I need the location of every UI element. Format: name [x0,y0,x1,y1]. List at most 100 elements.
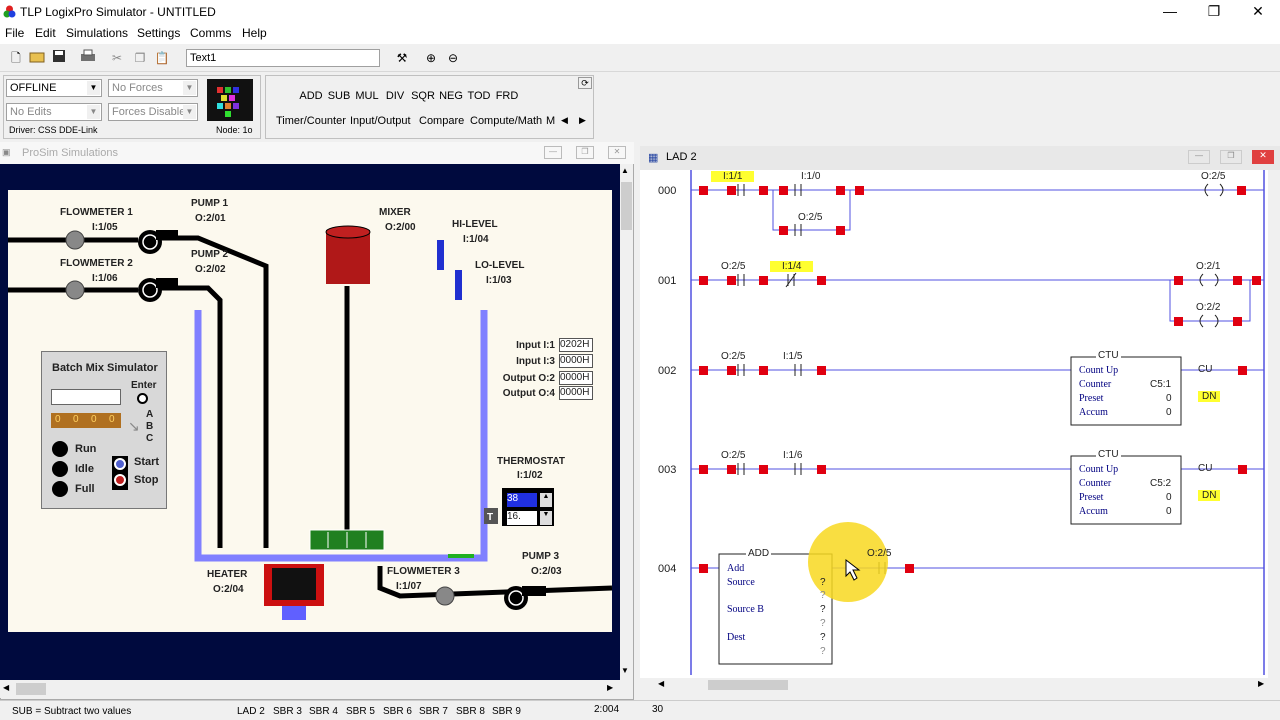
new-file-icon[interactable]: 🗋 [6,48,26,68]
add-dest-sub: ? [820,646,826,657]
lad-restore-button[interactable]: ❐ [1220,150,1242,164]
coil-address[interactable]: O:2/2 [1196,302,1220,313]
menu-settings[interactable]: Settings [137,26,180,40]
contact-address[interactable]: O:2/5 [721,450,745,461]
prosim-minimize-button[interactable]: — [544,146,562,159]
contact-address[interactable]: I:1/0 [801,171,820,182]
prosim-hscroll[interactable]: ◀ ▶ [0,680,620,698]
ins-div[interactable]: DIV [382,87,408,105]
tab-compare[interactable]: Compare [419,115,464,127]
thermostat-up-icon[interactable]: ▲ [540,493,552,507]
contact-address[interactable]: O:2/5 [721,351,745,362]
batch-input[interactable] [51,389,121,405]
text-field[interactable]: Text1 [186,49,380,67]
start-button[interactable] [114,458,126,470]
forces-select[interactable]: No Forces ▼ [108,79,198,97]
contact-address[interactable]: I:1/4 [770,261,814,272]
ins-mul[interactable]: MUL [354,87,380,105]
cu-coil: CU [1198,463,1213,474]
lad-vscroll[interactable] [1268,170,1280,678]
refresh-icon[interactable]: ⟳ [578,77,592,89]
ctu-counter-value[interactable]: C5:2 [1150,478,1171,489]
tab-input-output[interactable]: Input/Output [350,115,411,127]
mode-select[interactable]: OFFLINE ▼ [6,79,102,97]
menu-help[interactable]: Help [242,26,267,40]
print-icon[interactable] [78,48,98,68]
contact-address[interactable]: I:1/5 [783,351,802,362]
coil-address[interactable]: O:2/5 [1201,171,1225,182]
lad-hscroll[interactable]: ◀ ▶ [654,678,1268,692]
ins-add[interactable]: ADD [298,87,324,105]
prosim-vscroll[interactable]: ▲ ▼ [620,164,633,680]
rung-number[interactable]: 001 [658,275,676,287]
rung-number[interactable]: 000 [658,185,676,197]
tools-icon[interactable]: ⚒ [392,48,412,68]
ins-neg[interactable]: NEG [438,87,464,105]
ins-frd[interactable]: FRD [494,87,520,105]
ctu-accum-value[interactable]: 0 [1166,506,1172,517]
menu-simulations[interactable]: Simulations [66,26,128,40]
flowmeter3-label: FLOWMETER 3 [387,566,460,577]
ctu-preset-value[interactable]: 0 [1166,492,1172,503]
maximize-button[interactable]: ❐ [1192,0,1236,24]
tab-sbr7[interactable]: SBR 7 [419,706,448,717]
tab-sbr3[interactable]: SBR 3 [273,706,302,717]
zoom-out-icon[interactable]: ⊖ [443,48,463,68]
title-bar: TLP LogixPro Simulator - UNTITLED — ❐ ✕ [0,0,1280,24]
tab-sbr6[interactable]: SBR 6 [383,706,412,717]
tab-sbr9[interactable]: SBR 9 [492,706,521,717]
rung-number[interactable]: 003 [658,464,676,476]
contact-address[interactable]: O:2/5 [798,212,822,223]
forces-state-select[interactable]: Forces Disabled ▼ [108,103,198,121]
selector-switch-icon[interactable]: ↘ [128,418,140,435]
contact-address[interactable]: O:2/5 [867,548,891,559]
contact-address[interactable]: I:1/1 [711,171,755,182]
menu-file[interactable]: File [5,26,24,40]
paste-icon[interactable]: 📋 [152,48,172,68]
tab-scroll-right-icon[interactable]: ▶ [579,115,586,126]
ctu-title: CTU [1096,449,1121,460]
ins-sub[interactable]: SUB [326,87,352,105]
rung-number[interactable]: 002 [658,365,676,377]
thermostat-setpoint[interactable]: 38 [507,493,537,507]
ins-sqr[interactable]: SQR [410,87,436,105]
tab-sbr8[interactable]: SBR 8 [456,706,485,717]
tab-timer-counter[interactable]: Timer/Counter [276,115,346,127]
prosim-restore-button[interactable]: ❐ [576,146,594,159]
ladder-diagram [690,170,1265,675]
minimize-button[interactable]: — [1148,0,1192,24]
stop-button[interactable] [114,474,126,486]
tab-lad2[interactable]: LAD 2 [237,706,265,717]
thermostat-down-icon[interactable]: ▼ [540,511,552,525]
tab-compute-math[interactable]: Compute/Math [470,115,542,127]
tab-sbr4[interactable]: SBR 4 [309,706,338,717]
tab-scroll-left-icon[interactable]: ◀ [561,115,568,126]
prosim-close-button[interactable]: ✕ [608,146,626,159]
add-dest-value[interactable]: ? [820,632,826,643]
cut-icon[interactable]: ✂ [107,48,127,68]
open-folder-icon[interactable] [27,48,47,68]
coil-address[interactable]: O:2/1 [1196,261,1220,272]
ins-tod[interactable]: TOD [466,87,492,105]
tab-sbr5[interactable]: SBR 5 [346,706,375,717]
lad-close-button[interactable]: ✕ [1252,150,1274,164]
add-source-value[interactable]: ? [820,577,826,588]
ctu-counter-value[interactable]: C5:1 [1150,379,1171,390]
enter-button[interactable] [137,393,148,404]
contact-address[interactable]: I:1/6 [783,450,802,461]
menu-edit[interactable]: Edit [35,26,56,40]
lad-minimize-button[interactable]: — [1188,150,1210,164]
menu-comms[interactable]: Comms [190,26,231,40]
add-sourceb-value[interactable]: ? [820,604,826,615]
copy-icon[interactable]: ❐ [130,48,150,68]
contact-address[interactable]: O:2/5 [721,261,745,272]
zoom-in-icon[interactable]: ⊕ [421,48,441,68]
save-icon[interactable] [49,48,69,68]
idle-label: Idle [75,463,94,475]
rung-number[interactable]: 004 [658,563,676,575]
edits-select[interactable]: No Edits ▼ [6,103,102,121]
ctu-accum-value[interactable]: 0 [1166,407,1172,418]
ctu-preset-value[interactable]: 0 [1166,393,1172,404]
tab-more[interactable]: M [546,115,555,127]
close-button[interactable]: ✕ [1236,0,1280,24]
